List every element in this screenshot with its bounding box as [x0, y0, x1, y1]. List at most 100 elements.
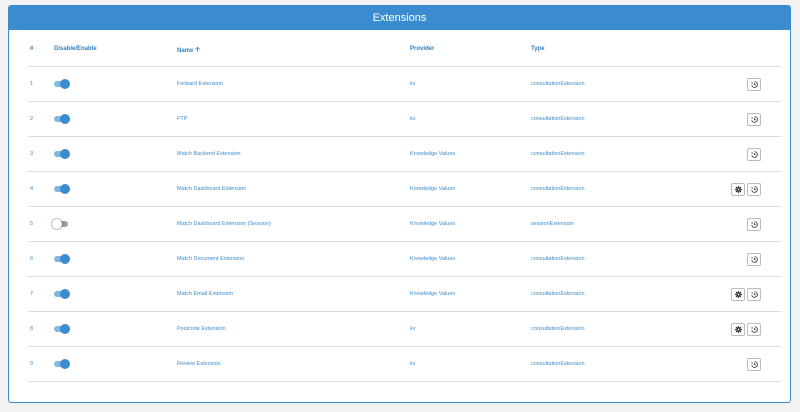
history-icon	[748, 255, 760, 263]
extension-name: FTP	[175, 101, 408, 137]
table-header-row: # Disable/Enable Name 🡡 Provider Type	[28, 46, 781, 67]
table-row: 9 Review Extension kv consultationExtension	[28, 346, 781, 382]
enable-toggle[interactable]	[52, 218, 68, 229]
column-header-index: #	[28, 46, 52, 67]
row-actions	[679, 276, 781, 312]
enable-toggle[interactable]	[54, 78, 70, 89]
toggle-cell	[52, 136, 175, 172]
toggle-knob	[52, 218, 62, 229]
row-index: 9	[28, 346, 52, 382]
history-icon	[748, 290, 760, 298]
panel-title: Extensions	[9, 6, 790, 30]
toggle-cell	[52, 311, 175, 347]
extension-type: consultationExtension	[529, 276, 679, 312]
table-row: 7 Match Email Extension Knowledge Values co…	[28, 276, 781, 312]
extension-provider: kv	[408, 101, 529, 137]
extension-provider: Knowledge Values	[408, 276, 529, 312]
toggle-cell	[52, 276, 175, 312]
history-icon	[748, 80, 760, 88]
extension-name: Review Extension	[175, 346, 408, 382]
extension-provider: kv	[408, 66, 529, 102]
reset-button[interactable]	[747, 287, 761, 301]
row-index: 4	[28, 171, 52, 207]
row-index: 7	[28, 276, 52, 312]
extension-type: consultationExtension	[529, 136, 679, 172]
history-icon	[748, 115, 760, 123]
extension-type: consultationExtension	[529, 311, 679, 347]
column-header-name-label: Name	[177, 48, 194, 54]
settings-button[interactable]	[731, 287, 745, 301]
reset-button[interactable]	[747, 252, 761, 266]
table-row: 6 Match Document Extension Knowledge Value…	[28, 241, 781, 277]
row-actions	[679, 311, 781, 347]
column-header-type: Type	[529, 46, 679, 67]
extensions-panel: Extensions # Disable/Enable Name 🡡 Provi…	[8, 5, 791, 403]
gear-icon	[732, 185, 744, 193]
extension-name: Forward Extension	[175, 66, 408, 102]
toggle-cell	[52, 346, 175, 382]
row-index: 2	[28, 101, 52, 137]
column-header-provider: Provider	[408, 46, 529, 67]
extension-type: consultationExtension	[529, 241, 679, 277]
extension-type: consultationExtension	[529, 346, 679, 382]
toggle-cell	[52, 171, 175, 207]
row-actions	[679, 101, 781, 137]
enable-toggle[interactable]	[54, 253, 70, 264]
row-index: 8	[28, 311, 52, 347]
history-icon	[748, 150, 760, 158]
extension-provider: Knowledge Values	[408, 241, 529, 277]
history-icon	[748, 360, 760, 368]
toggle-knob	[60, 183, 70, 194]
reset-button[interactable]	[747, 182, 761, 196]
extension-name: Postcode Extension	[175, 311, 408, 347]
extension-type: consultationExtension	[529, 171, 679, 207]
extension-type: consultationExtension	[529, 101, 679, 137]
reset-button[interactable]	[747, 112, 761, 126]
row-index: 5	[28, 206, 52, 242]
arrow-up-icon: 🡡	[195, 47, 201, 54]
toggle-knob	[60, 358, 70, 369]
toggle-knob	[60, 113, 70, 124]
history-icon	[748, 325, 760, 333]
row-index: 3	[28, 136, 52, 172]
extensions-table: # Disable/Enable Name 🡡 Provider Type 1 F…	[28, 46, 781, 382]
extension-provider: Knowledge Values	[408, 206, 529, 242]
history-icon	[748, 220, 760, 228]
toggle-cell	[52, 101, 175, 137]
row-index: 1	[28, 66, 52, 102]
row-index: 6	[28, 241, 52, 277]
extension-provider: kv	[408, 346, 529, 382]
settings-button[interactable]	[731, 182, 745, 196]
reset-button[interactable]	[747, 357, 761, 371]
enable-toggle[interactable]	[54, 288, 70, 299]
toggle-knob	[60, 253, 70, 264]
extension-provider: Knowledge Values	[408, 136, 529, 172]
column-header-name[interactable]: Name 🡡	[175, 46, 408, 67]
row-actions	[679, 346, 781, 382]
enable-toggle[interactable]	[54, 148, 70, 159]
reset-button[interactable]	[747, 322, 761, 336]
reset-button[interactable]	[747, 217, 761, 231]
row-actions	[679, 171, 781, 207]
row-actions	[679, 206, 781, 242]
reset-button[interactable]	[747, 147, 761, 161]
extension-type: sessionExtension	[529, 206, 679, 242]
extension-name: Match Email Extension	[175, 276, 408, 312]
enable-toggle[interactable]	[54, 323, 70, 334]
extension-name: Match Backend Extension	[175, 136, 408, 172]
table-row: 4 Match Dashboard Extension Knowledge Valu…	[28, 171, 781, 207]
settings-button[interactable]	[731, 322, 745, 336]
column-header-toggle: Disable/Enable	[52, 46, 175, 67]
enable-toggle[interactable]	[54, 183, 70, 194]
extension-name: Match Document Extension	[175, 241, 408, 277]
gear-icon	[732, 325, 744, 333]
enable-toggle[interactable]	[54, 113, 70, 124]
enable-toggle[interactable]	[54, 358, 70, 369]
row-actions	[679, 241, 781, 277]
table-body: 1 Forward Extension kv consultationExtensio…	[28, 66, 781, 382]
extension-type: consultationExtension	[529, 66, 679, 102]
table-row: 1 Forward Extension kv consultationExtensio…	[28, 66, 781, 102]
toggle-knob	[60, 148, 70, 159]
reset-button[interactable]	[747, 77, 761, 91]
toggle-knob	[60, 78, 70, 89]
